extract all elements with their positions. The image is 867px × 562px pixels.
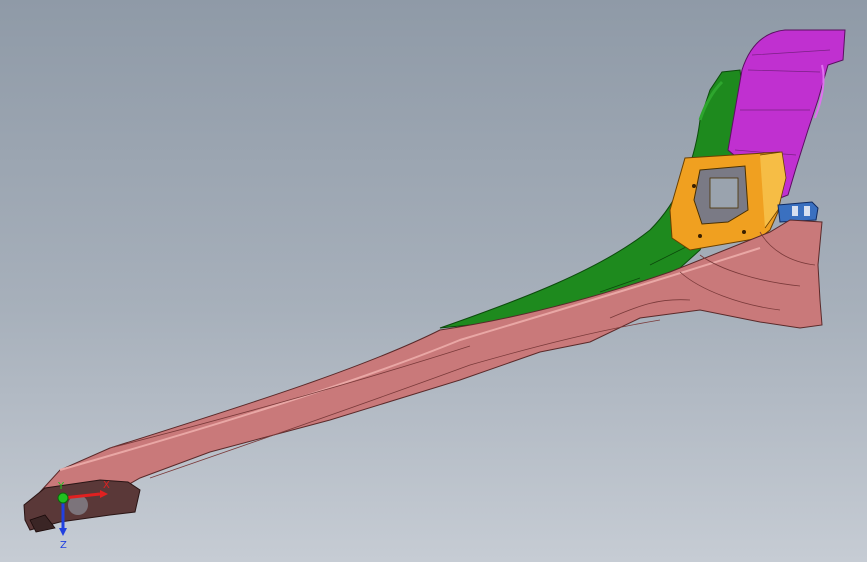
end-fitting[interactable] [23,479,141,533]
y-axis-label: Y [57,481,65,492]
cad-model-scene[interactable]: X Y Z [0,0,867,562]
x-axis-label: X [103,480,110,491]
main-beam[interactable] [39,219,823,506]
y-axis-marker [57,492,69,504]
z-axis-label: Z [60,540,67,551]
blue-clip[interactable] [777,201,819,223]
3d-viewport[interactable]: X Y Z [0,0,867,562]
